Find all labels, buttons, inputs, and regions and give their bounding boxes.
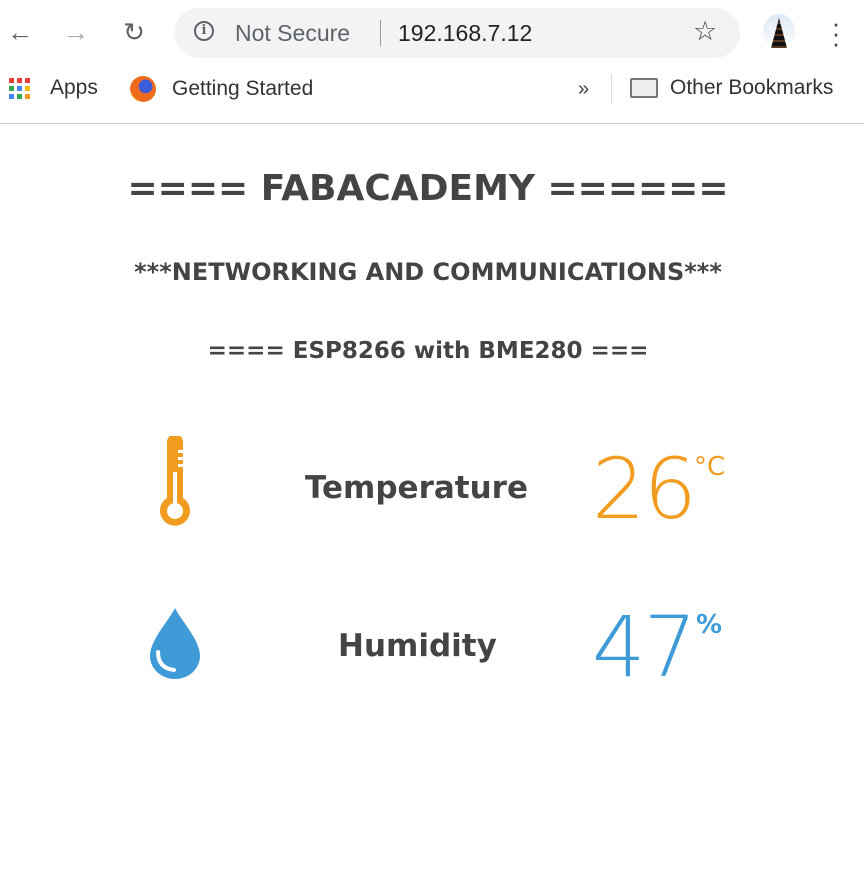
bookmark-label: Apps — [50, 76, 98, 99]
page-subtitle: ***NETWORKING AND COMMUNICATIONS*** — [134, 258, 722, 286]
page-heading: ==== ESP8266 with BME280 === — [207, 338, 649, 364]
humidity-label: Humidity — [338, 628, 497, 664]
star-icon[interactable]: ☆ — [693, 16, 717, 47]
humidity-unit: % — [696, 610, 723, 640]
bookmark-apps[interactable]: Apps — [9, 76, 98, 100]
water-drop-icon — [150, 608, 200, 679]
humidity-value: 47 — [592, 598, 697, 696]
back-arrow-icon[interactable]: ← — [2, 14, 38, 50]
apps-grid-icon — [9, 77, 30, 99]
temperature-label: Temperature — [305, 470, 528, 506]
menu-icon[interactable]: · · · — [826, 10, 846, 56]
temperature-value: 26 — [592, 440, 697, 538]
other-bookmarks[interactable]: Other Bookmarks — [630, 76, 833, 100]
address-bar[interactable]: i Not Secure 192.168.7.12 ☆ — [174, 8, 740, 58]
url-input[interactable]: 192.168.7.12 — [398, 20, 532, 47]
pagoda-image — [771, 18, 787, 48]
bookmark-label: Other Bookmarks — [670, 76, 834, 99]
bookmarks-bar: Apps Getting Started » Other Bookmarks — [0, 66, 864, 124]
firefox-icon — [130, 76, 156, 102]
bookmark-label: Getting Started — [172, 77, 314, 100]
browser-toolbar: ← → ↻ i Not Secure 192.168.7.12 ☆ · · · — [0, 0, 864, 66]
security-label[interactable]: Not Secure — [235, 20, 350, 47]
avatar[interactable] — [763, 14, 795, 50]
divider — [380, 20, 381, 46]
divider — [611, 74, 612, 104]
bookmarks-overflow-button[interactable]: » — [578, 78, 589, 101]
temperature-unit: °C — [694, 452, 726, 482]
page-title: ==== FABACADEMY ====== — [127, 168, 729, 209]
folder-icon — [630, 78, 658, 98]
forward-arrow-icon[interactable]: → — [58, 14, 94, 50]
bookmark-getting-started[interactable]: Getting Started — [130, 76, 313, 102]
reload-icon[interactable]: ↻ — [116, 14, 152, 50]
thermometer-icon — [160, 436, 190, 526]
info-icon[interactable]: i — [194, 21, 214, 41]
